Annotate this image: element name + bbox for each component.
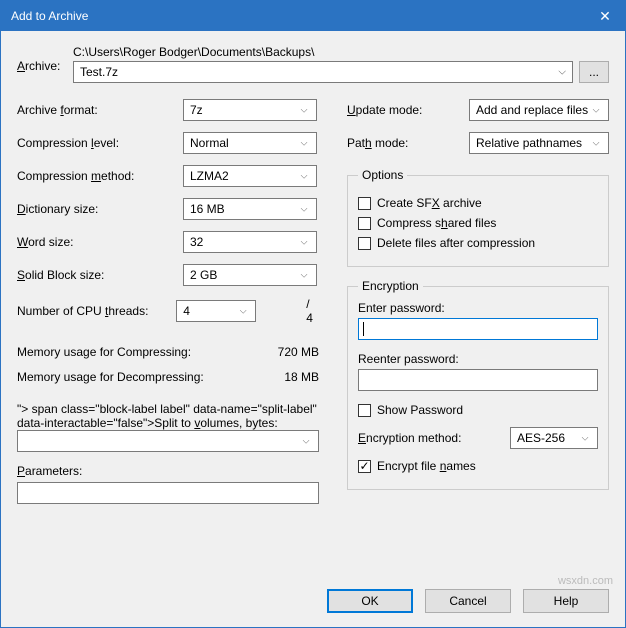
solid-label: Solid Block size: [17, 268, 183, 282]
button-row: OK Cancel Help [327, 589, 609, 613]
chevron-down-icon: ⌵ [558, 67, 566, 78]
chevron-down-icon: ⌵ [588, 138, 604, 149]
columns: Archive format: 7z⌵ Compression level: N… [17, 99, 609, 504]
archive-name-value: Test.7z [80, 65, 118, 79]
dictionary-label: Dictionary size: [17, 202, 183, 216]
chevron-down-icon: ⌵ [296, 270, 312, 281]
word-select[interactable]: 32⌵ [183, 231, 317, 253]
password2-input[interactable] [358, 369, 598, 391]
update-label: Update mode: [347, 103, 469, 117]
params-label: Parameters: [17, 464, 319, 478]
checkbox-icon [358, 217, 371, 230]
threads-total: / 4 [306, 297, 319, 325]
word-label: Word size: [17, 235, 183, 249]
encrypt-names-label: Encrypt file names [377, 459, 476, 473]
checkbox-icon [358, 237, 371, 250]
chevron-down-icon: ⌵ [296, 138, 312, 149]
method-select[interactable]: LZMA2⌵ [183, 165, 317, 187]
options-legend: Options [358, 168, 407, 182]
sfx-label: Create SFX archive [377, 196, 482, 210]
mem-compress-value: 720 MB [278, 345, 319, 359]
chevron-down-icon: ⌵ [235, 306, 251, 317]
showpw-label: Show Password [377, 403, 463, 417]
password1-label: Enter password: [358, 301, 598, 315]
level-label: Compression level: [17, 136, 183, 150]
titlebar: Add to Archive ✕ [1, 1, 625, 31]
chevron-down-icon: ⌵ [296, 105, 312, 116]
chevron-down-icon: ⌵ [298, 436, 314, 447]
cancel-button[interactable]: Cancel [425, 589, 511, 613]
solid-select[interactable]: 2 GB⌵ [183, 264, 317, 286]
encrypt-names-checkbox-row[interactable]: ✓ Encrypt file names [358, 459, 598, 473]
mem-decompress-label: Memory usage for Decompressing: [17, 370, 204, 384]
chevron-down-icon: ⌵ [588, 105, 604, 116]
chevron-down-icon: ⌵ [296, 204, 312, 215]
delete-checkbox-row[interactable]: Delete files after compression [358, 236, 598, 250]
pathmode-select[interactable]: Relative pathnames⌵ [469, 132, 609, 154]
threads-select[interactable]: 4⌵ [176, 300, 256, 322]
chevron-down-icon: ⌵ [577, 433, 593, 444]
archive-label: Archive: [17, 45, 73, 73]
checkbox-icon [358, 197, 371, 210]
dialog-window: Add to Archive ✕ Archive: C:\Users\Roger… [0, 0, 626, 628]
enc-method-label: Encryption method: [358, 431, 510, 445]
left-column: Archive format: 7z⌵ Compression level: N… [17, 99, 319, 504]
threads-label: Number of CPU threads: [17, 304, 176, 318]
delete-label: Delete files after compression [377, 236, 535, 250]
dictionary-select[interactable]: 16 MB⌵ [183, 198, 317, 220]
right-column: Update mode: Add and replace files⌵ Path… [347, 99, 609, 504]
mem-decompress-value: 18 MB [284, 370, 319, 384]
ok-button[interactable]: OK [327, 589, 413, 613]
password1-input[interactable] [358, 318, 598, 340]
help-button[interactable]: Help [523, 589, 609, 613]
options-group: Options Create SFX archive Compress shar… [347, 168, 609, 267]
password2-label: Reenter password: [358, 352, 598, 366]
chevron-down-icon: ⌵ [296, 237, 312, 248]
checkbox-icon [358, 404, 371, 417]
format-label: Archive format: [17, 103, 183, 117]
split-combobox[interactable]: ⌵ [17, 430, 319, 452]
sfx-checkbox-row[interactable]: Create SFX archive [358, 196, 598, 210]
shared-label: Compress shared files [377, 216, 496, 230]
close-icon[interactable]: ✕ [585, 1, 625, 31]
params-input[interactable] [17, 482, 319, 504]
update-select[interactable]: Add and replace files⌵ [469, 99, 609, 121]
encryption-legend: Encryption [358, 279, 423, 293]
archive-path: C:\Users\Roger Bodger\Documents\Backups\ [73, 45, 609, 59]
browse-button[interactable]: ... [579, 61, 609, 83]
archive-stack: C:\Users\Roger Bodger\Documents\Backups\… [73, 45, 609, 83]
format-select[interactable]: 7z⌵ [183, 99, 317, 121]
method-label: Compression method: [17, 169, 183, 183]
archive-row: Archive: C:\Users\Roger Bodger\Documents… [17, 45, 609, 83]
enc-method-select[interactable]: AES-256⌵ [510, 427, 598, 449]
showpw-checkbox-row[interactable]: Show Password [358, 403, 598, 417]
chevron-down-icon: ⌵ [296, 171, 312, 182]
watermark: wsxdn.com [558, 575, 613, 587]
level-select[interactable]: Normal⌵ [183, 132, 317, 154]
shared-checkbox-row[interactable]: Compress shared files [358, 216, 598, 230]
archive-name-combobox[interactable]: Test.7z ⌵ [73, 61, 573, 83]
text-caret [363, 322, 364, 336]
pathmode-label: Path mode: [347, 136, 469, 150]
encryption-group: Encryption Enter password: Reenter passw… [347, 279, 609, 490]
checkbox-checked-icon: ✓ [358, 460, 371, 473]
content-area: Archive: C:\Users\Roger Bodger\Documents… [1, 31, 625, 514]
mem-compress-label: Memory usage for Compressing: [17, 345, 191, 359]
window-title: Add to Archive [11, 9, 88, 23]
